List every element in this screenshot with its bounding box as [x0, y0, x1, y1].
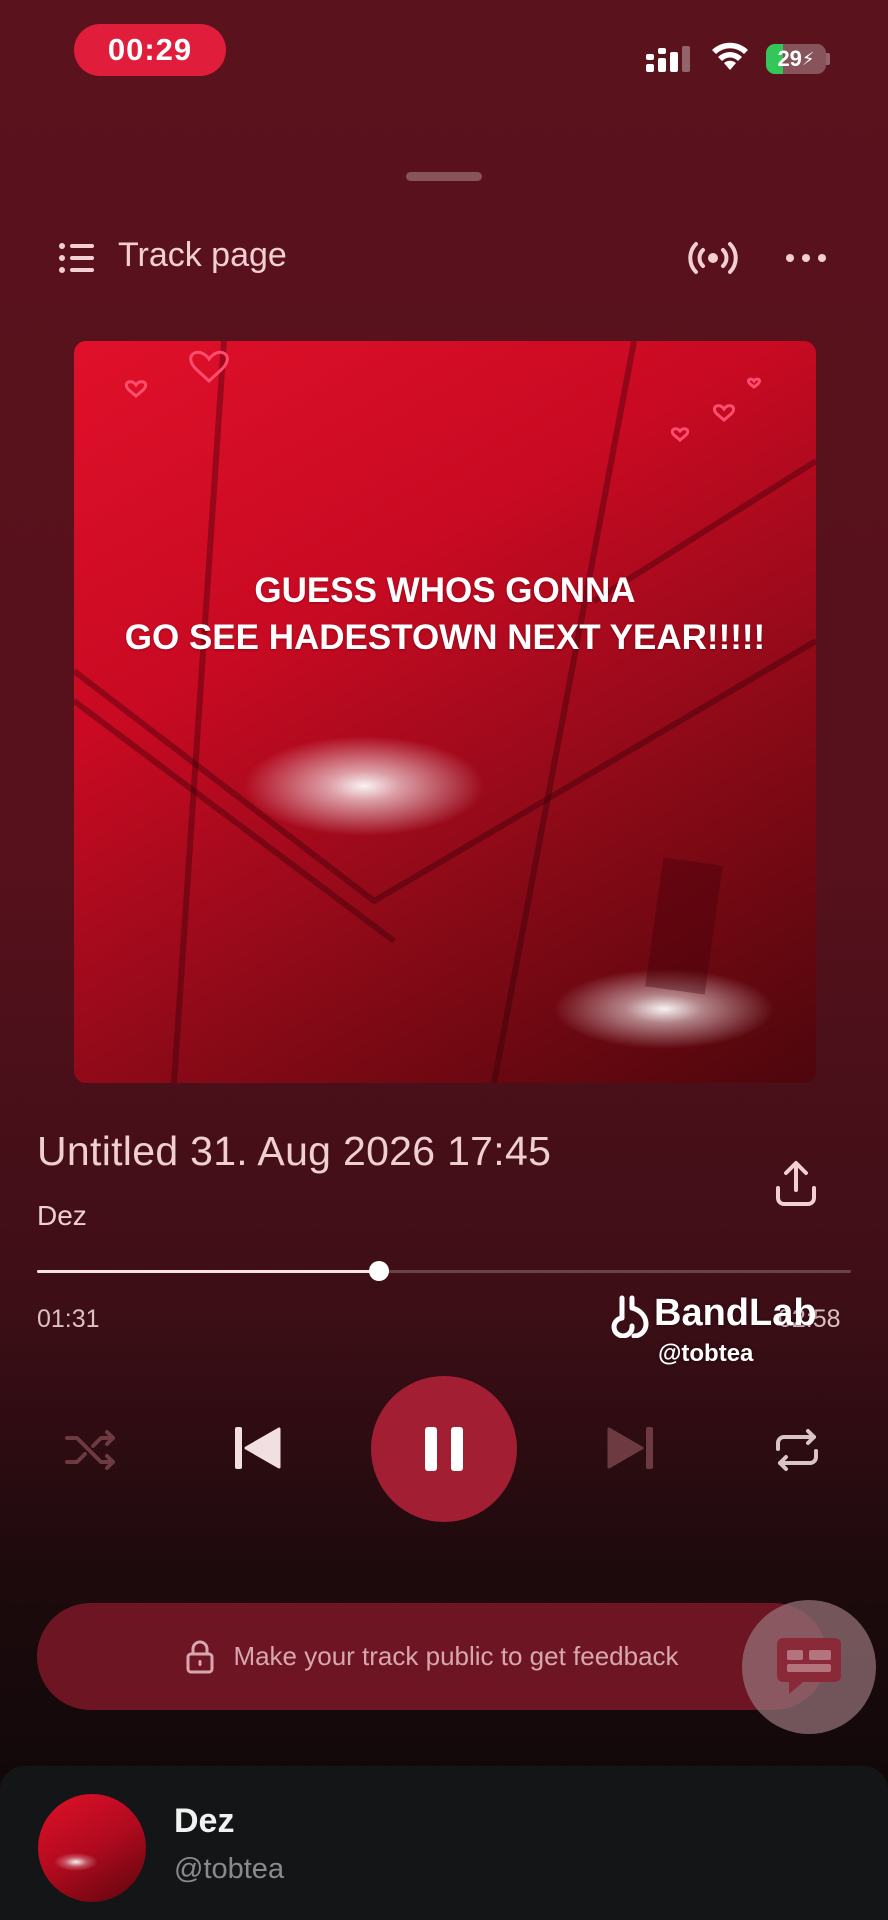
- track-artist[interactable]: Dez: [37, 1200, 87, 1232]
- shuffle-icon: [65, 1430, 115, 1470]
- artwork-caption-line2: GO SEE HADESTOWN NEXT YEAR!!!!!: [124, 618, 766, 657]
- cellular-signal-icon: [646, 46, 690, 72]
- battery-nub: [826, 53, 830, 65]
- artwork-caption-line1: GUESS WHOS GONNA: [254, 571, 636, 610]
- profile-name[interactable]: Dez: [174, 1802, 234, 1841]
- progress-knob[interactable]: [368, 1261, 389, 1281]
- progress-fill: [37, 1270, 379, 1273]
- broadcast-icon[interactable]: [686, 238, 740, 278]
- pause-button[interactable]: [371, 1376, 517, 1522]
- next-button[interactable]: [602, 1418, 658, 1478]
- elapsed-time: 01:31: [37, 1305, 100, 1333]
- feedback-text: Make your track public to get feedback: [233, 1641, 679, 1671]
- avatar[interactable]: [38, 1794, 146, 1902]
- lock-icon: [186, 1640, 214, 1673]
- sheet-grabber[interactable]: [406, 172, 482, 181]
- battery-indicator: 29 ⚡: [766, 44, 826, 74]
- next-icon: [607, 1427, 653, 1469]
- chat-bubble-icon: [777, 1638, 841, 1694]
- list-icon[interactable]: [58, 242, 96, 274]
- track-artwork: GUESS WHOS GONNA GO SEE HADESTOWN NEXT Y…: [74, 341, 816, 1083]
- more-icon[interactable]: [784, 250, 828, 266]
- watermark-brand: BandLab: [654, 1292, 817, 1334]
- track-title: Untitled 31. Aug 2026 17:45: [37, 1128, 552, 1174]
- charging-bolt-icon: ⚡: [801, 48, 815, 69]
- feedback-banner[interactable]: Make your track public to get feedback: [37, 1603, 827, 1710]
- progress-slider[interactable]: [37, 1261, 851, 1281]
- profile-handle: @tobtea: [174, 1853, 285, 1885]
- battery-percent: 29: [777, 46, 802, 71]
- repeat-icon: [776, 1429, 818, 1471]
- watermark-handle: @tobtea: [658, 1340, 754, 1367]
- chat-button[interactable]: [742, 1600, 876, 1734]
- pause-icon: [425, 1427, 463, 1471]
- wifi-icon: [712, 42, 748, 70]
- shuffle-button[interactable]: [60, 1420, 122, 1480]
- share-icon[interactable]: [770, 1158, 822, 1210]
- previous-icon: [235, 1427, 281, 1469]
- page-title: Track page: [118, 236, 287, 274]
- bandlab-logo-icon: [611, 1295, 649, 1338]
- status-time: 00:29: [74, 24, 226, 76]
- repeat-button[interactable]: [766, 1420, 828, 1480]
- previous-button[interactable]: [230, 1418, 286, 1478]
- artwork-scene: [74, 341, 816, 1083]
